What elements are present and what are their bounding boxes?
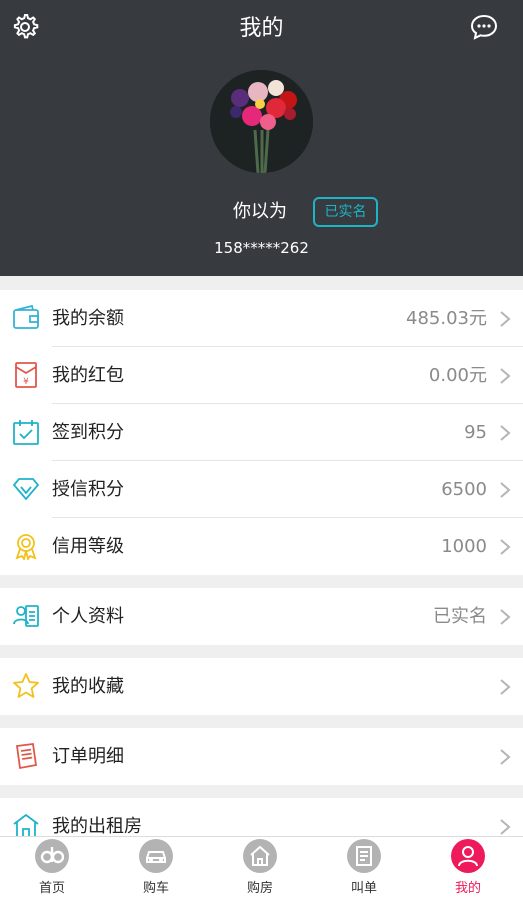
- medal-icon: [15, 534, 37, 560]
- tab-buy-house-label: 购房: [246, 881, 273, 896]
- tab-home-label: 首页: [38, 881, 65, 896]
- credit-level-value: 1000: [441, 536, 487, 557]
- chat-bubble-icon[interactable]: [469, 12, 499, 42]
- chevron-right-icon: [500, 368, 511, 384]
- tab-buy-house[interactable]: 购房: [208, 837, 312, 900]
- profile-info-value: 已实名: [433, 606, 487, 627]
- credit-level-label: 信用等级: [52, 536, 124, 557]
- red-envelope-row[interactable]: ¥ 我的红包 0.00元: [0, 347, 523, 404]
- checkin-points-row[interactable]: 签到积分 95: [0, 404, 523, 461]
- credit-points-value: 6500: [441, 479, 487, 500]
- car-icon: [139, 839, 173, 873]
- document-icon: [347, 839, 381, 873]
- avatar[interactable]: [210, 70, 313, 173]
- wallet-group: 我的余额 485.03元 ¥ 我的红包 0.00元 签到积分 95 授信积分 6…: [0, 290, 523, 575]
- svg-text:¥: ¥: [23, 377, 29, 387]
- checkin-points-value: 95: [464, 422, 487, 443]
- credit-points-label: 授信积分: [52, 479, 124, 500]
- username: 你以为: [233, 201, 287, 222]
- tab-buy-car[interactable]: 购车: [104, 837, 208, 900]
- profile-info-label: 个人资料: [52, 606, 124, 627]
- profile-header: 我的 你以为 已实名 158*****262: [0, 0, 523, 276]
- profile-info-row[interactable]: 个人资料 已实名: [0, 588, 523, 645]
- tab-mine-label: 我的: [454, 881, 481, 896]
- tab-orders-label: 叫单: [350, 881, 377, 896]
- favorites-group: 我的收藏: [0, 658, 523, 715]
- bottom-tab-bar: 首页 购车 购房 叫单 我的: [0, 836, 523, 900]
- tab-mine[interactable]: 我的: [416, 837, 520, 900]
- home-logo-icon: [35, 839, 69, 873]
- tab-home[interactable]: 首页: [0, 837, 104, 900]
- favorites-row[interactable]: 我的收藏: [0, 658, 523, 715]
- wallet-icon: [13, 304, 39, 329]
- receipt-icon: [15, 742, 38, 770]
- id-card-icon: [13, 605, 39, 627]
- profile-info-group: 个人资料 已实名: [0, 588, 523, 645]
- phone-number: 158*****262: [214, 239, 309, 257]
- chevron-right-icon: [500, 539, 511, 555]
- calendar-check-icon: [13, 420, 39, 445]
- chevron-right-icon: [500, 609, 511, 625]
- verified-badge: 已实名: [313, 197, 378, 227]
- chevron-right-icon: [500, 819, 511, 835]
- page-title: 我的: [239, 16, 284, 41]
- favorites-label: 我的收藏: [52, 676, 124, 697]
- red-envelope-icon: ¥: [15, 362, 37, 388]
- red-envelope-label: 我的红包: [52, 365, 124, 386]
- chevron-right-icon: [500, 679, 511, 695]
- balance-label: 我的余额: [52, 308, 124, 329]
- balance-row[interactable]: 我的余额 485.03元: [0, 290, 523, 347]
- checkin-points-label: 签到积分: [52, 422, 124, 443]
- chevron-right-icon: [500, 749, 511, 765]
- chevron-right-icon: [500, 482, 511, 498]
- tab-orders[interactable]: 叫单: [312, 837, 416, 900]
- red-envelope-value: 0.00元: [428, 365, 487, 386]
- house-icon: [243, 839, 277, 873]
- chevron-right-icon: [500, 311, 511, 327]
- star-icon: [13, 673, 39, 698]
- user-icon: [451, 839, 485, 873]
- orders-label: 订单明细: [52, 746, 124, 767]
- balance-value: 485.03元: [406, 308, 487, 329]
- chevron-right-icon: [500, 425, 511, 441]
- orders-row[interactable]: 订单明细: [0, 728, 523, 785]
- credit-level-row[interactable]: 信用等级 1000: [0, 518, 523, 575]
- orders-group: 订单明细: [0, 728, 523, 785]
- diamond-icon: [12, 478, 40, 501]
- credit-points-row[interactable]: 授信积分 6500: [0, 461, 523, 518]
- tab-buy-car-label: 购车: [142, 881, 169, 896]
